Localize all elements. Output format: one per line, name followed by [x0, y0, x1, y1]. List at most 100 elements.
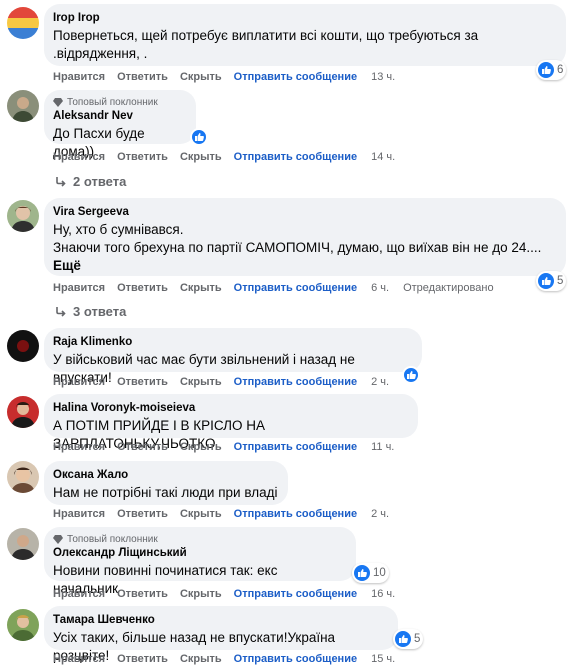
send-message-button[interactable]: Отправить сообщение — [234, 282, 357, 294]
comment-actions: Нравится Ответить Скрыть Отправить сообщ… — [53, 151, 409, 163]
like-icon — [395, 631, 411, 647]
send-message-button[interactable]: Отправить сообщение — [234, 151, 357, 163]
comment-text-line: Знаючи того брехуна по партії САМОПОМІЧ,… — [53, 240, 542, 255]
comment-actions: Нравится Ответить Скрыть Отправить сообщ… — [53, 653, 409, 665]
reply-button[interactable]: Ответить — [117, 441, 168, 453]
reply-button[interactable]: Ответить — [117, 653, 168, 665]
see-more-link[interactable]: Ещё — [53, 257, 556, 275]
comment-time[interactable]: 14 ч. — [371, 151, 395, 163]
like-button[interactable]: Нравится — [53, 71, 105, 83]
avatar[interactable] — [7, 396, 39, 428]
reaction-count: 5 — [414, 633, 421, 645]
hide-button[interactable]: Скрыть — [180, 376, 222, 388]
like-icon — [538, 62, 554, 78]
hide-button[interactable]: Скрыть — [180, 653, 222, 665]
diamond-icon — [53, 534, 63, 544]
reply-arrow-icon — [56, 306, 66, 317]
reactions-badge[interactable]: 6 — [536, 60, 567, 80]
avatar[interactable] — [7, 461, 39, 493]
reply-button[interactable]: Ответить — [117, 588, 168, 600]
reply-arrow-icon — [56, 176, 66, 187]
send-message-button[interactable]: Отправить сообщение — [234, 441, 357, 453]
reactions-badge[interactable] — [402, 365, 420, 385]
comment-author[interactable]: Irop Irop — [53, 11, 556, 25]
reply-button[interactable]: Ответить — [117, 71, 168, 83]
comment-time[interactable]: 2 ч. — [371, 376, 389, 388]
comment-actions: Нравится Ответить Скрыть Отправить сообщ… — [53, 376, 403, 388]
hide-button[interactable]: Скрыть — [180, 508, 222, 520]
view-replies-link[interactable]: 2 ответа — [55, 174, 126, 189]
hide-button[interactable]: Скрыть — [180, 441, 222, 453]
avatar[interactable] — [7, 330, 39, 362]
comment-text-line: .відрядження, . — [53, 46, 148, 61]
hide-button[interactable]: Скрыть — [180, 151, 222, 163]
send-message-button[interactable]: Отправить сообщение — [234, 71, 357, 83]
like-button[interactable]: Нравится — [53, 441, 105, 453]
avatar[interactable] — [7, 200, 39, 232]
avatar[interactable] — [7, 609, 39, 641]
comment-author[interactable]: Олександр Ліщинський — [53, 546, 346, 560]
like-icon — [402, 366, 420, 384]
comment-text-line: Повернеться, щей потребує виплатити всі … — [53, 28, 479, 43]
comment-author[interactable]: Halina Voronyk-moiseieva — [53, 401, 408, 415]
comment-author[interactable]: Raja Klimenko — [53, 335, 412, 349]
reactions-badge[interactable]: 5 — [393, 629, 424, 649]
avatar[interactable] — [7, 7, 39, 39]
send-message-button[interactable]: Отправить сообщение — [234, 508, 357, 520]
like-button[interactable]: Нравится — [53, 376, 105, 388]
reply-button[interactable]: Ответить — [117, 508, 168, 520]
comment-author[interactable]: Vira Sergeeva — [53, 205, 556, 219]
reaction-count: 10 — [373, 567, 386, 579]
send-message-button[interactable]: Отправить сообщение — [234, 588, 357, 600]
like-button[interactable]: Нравится — [53, 282, 105, 294]
like-icon — [354, 565, 370, 581]
comment-bubble: Оксана Жало Нам не потрібні такі люди пр… — [44, 461, 288, 505]
like-button[interactable]: Нравится — [53, 151, 105, 163]
reply-button[interactable]: Ответить — [117, 151, 168, 163]
comment-time[interactable]: 15 ч. — [371, 653, 395, 665]
comment-actions: Нравится Ответить Скрыть Отправить сообщ… — [53, 282, 506, 294]
comment-time[interactable]: 2 ч. — [371, 508, 389, 520]
reactions-badge[interactable]: 10 — [352, 563, 389, 583]
comment-actions: Нравится Ответить Скрыть Отправить сообщ… — [53, 588, 409, 600]
comment-author[interactable]: Оксана Жало — [53, 468, 278, 482]
view-replies-link[interactable]: 3 ответа — [55, 304, 126, 319]
diamond-icon — [53, 97, 63, 107]
reactions-badge[interactable]: 5 — [536, 271, 567, 291]
like-button[interactable]: Нравится — [53, 653, 105, 665]
reply-button[interactable]: Ответить — [117, 282, 168, 294]
hide-button[interactable]: Скрыть — [180, 588, 222, 600]
comment-bubble: Топовый поклонник Олександр Ліщинський Н… — [44, 527, 356, 596]
send-message-button[interactable]: Отправить сообщение — [234, 376, 357, 388]
comment-text-line: Нам не потрібні такі люди при владі — [53, 485, 278, 500]
comment-time[interactable]: 11 ч. — [371, 441, 394, 453]
comment-bubble: Тамара Шевченко Усіх таких, більше назад… — [44, 606, 398, 663]
comment-author[interactable]: Aleksandr Nev — [53, 109, 186, 123]
edited-label: Отредактировано — [403, 282, 494, 294]
comment-bubble: Vira Sergeeva Ну, хто б сумнівався. Знаю… — [44, 198, 566, 276]
comment-actions: Нравится Ответить Скрыть Отправить сообщ… — [53, 508, 403, 520]
reply-button[interactable]: Ответить — [117, 376, 168, 388]
comment-time[interactable]: 13 ч. — [371, 71, 395, 83]
send-message-button[interactable]: Отправить сообщение — [234, 653, 357, 665]
comment-author[interactable]: Тамара Шевченко — [53, 613, 388, 627]
top-fan-badge: Топовый поклонник — [53, 96, 186, 108]
reaction-count: 5 — [557, 275, 564, 287]
reactions-badge[interactable] — [190, 127, 208, 147]
like-button[interactable]: Нравится — [53, 588, 105, 600]
comment-time[interactable]: 6 ч. — [371, 282, 389, 294]
hide-button[interactable]: Скрыть — [180, 71, 222, 83]
comment-bubble: Halina Voronyk-moiseieva А ПОТІМ ПРИЙДЕ … — [44, 394, 418, 451]
avatar[interactable] — [7, 528, 39, 560]
comment-actions: Нравится Ответить Скрыть Отправить сообщ… — [53, 71, 409, 83]
like-icon — [538, 273, 554, 289]
comment-time[interactable]: 16 ч. — [371, 588, 395, 600]
comment-bubble: Irop Irop Повернеться, щей потребує випл… — [44, 4, 566, 66]
like-button[interactable]: Нравится — [53, 508, 105, 520]
hide-button[interactable]: Скрыть — [180, 282, 222, 294]
comment-actions: Нравится Ответить Скрыть Отправить сообщ… — [53, 441, 408, 453]
avatar[interactable] — [7, 90, 39, 122]
comment-bubble: Топовый поклонник Aleksandr Nev До Пасхи… — [44, 90, 196, 159]
comment-text-line: Ну, хто б сумнівався. — [53, 222, 184, 237]
top-fan-badge: Топовый поклонник — [53, 533, 346, 545]
